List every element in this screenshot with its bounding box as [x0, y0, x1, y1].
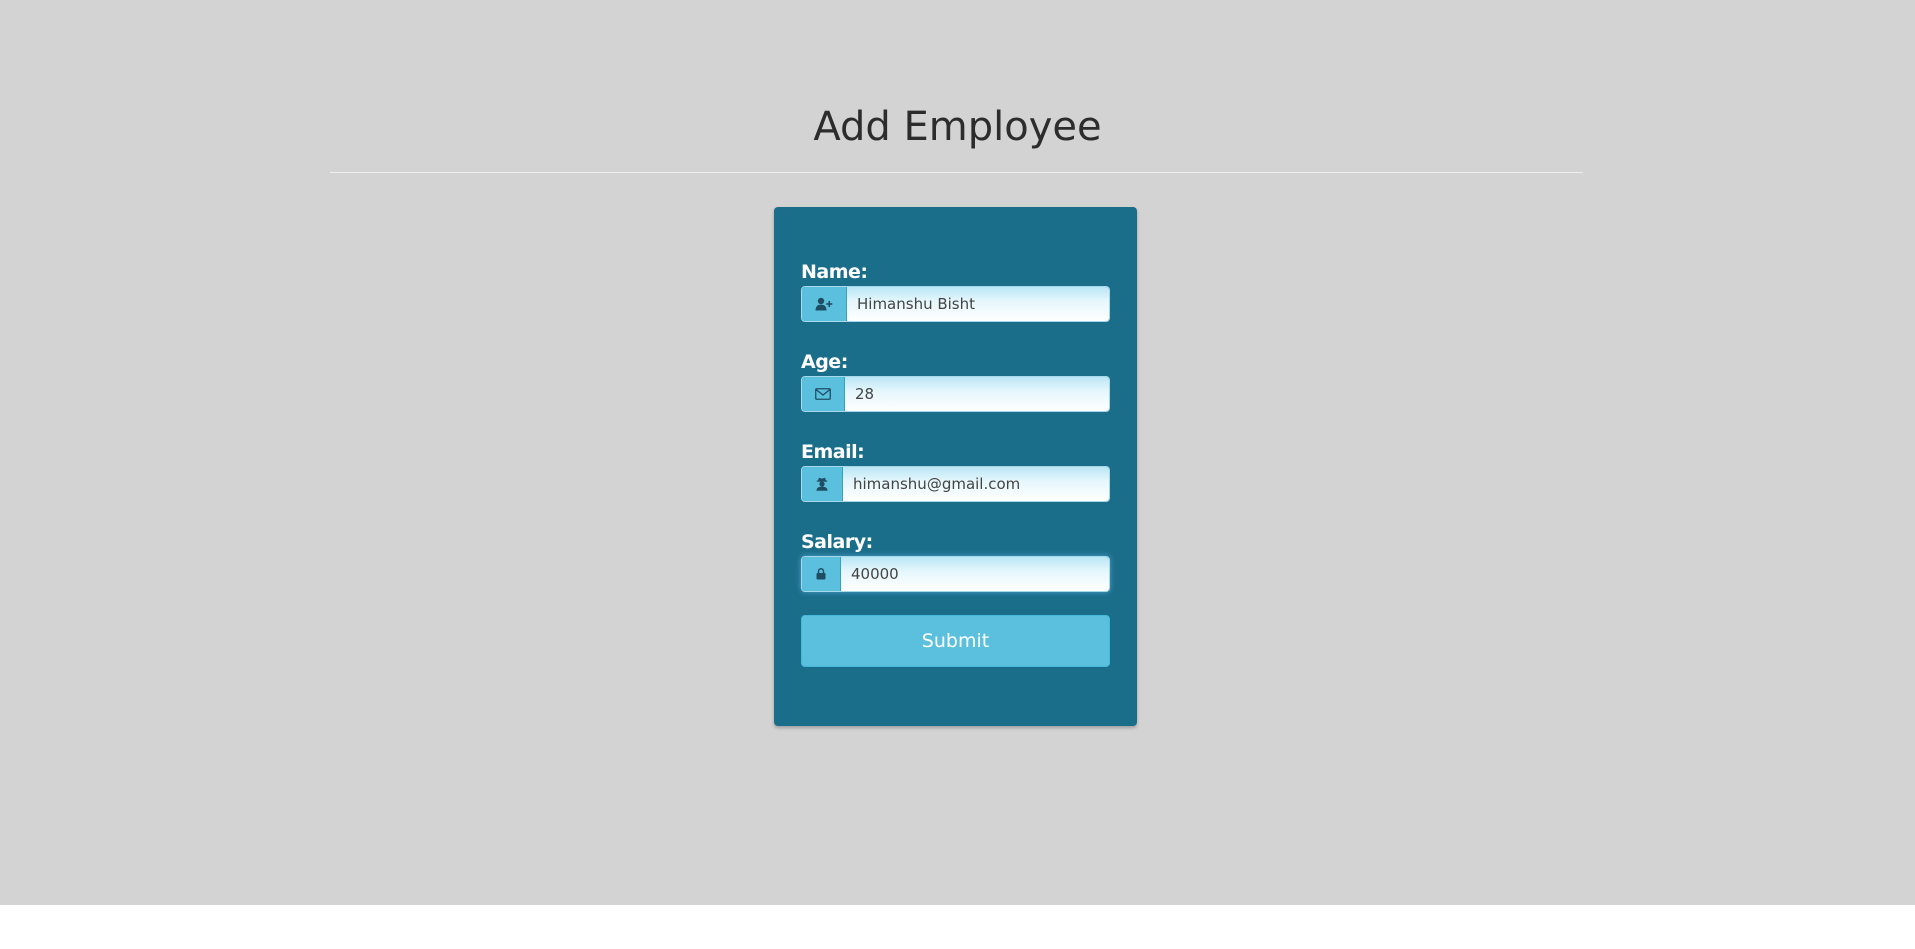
user-plus-icon — [802, 287, 847, 321]
email-input-group — [801, 466, 1110, 502]
lock-icon — [802, 557, 841, 591]
salary-input-group — [801, 556, 1110, 592]
user-secret-icon — [802, 467, 843, 501]
age-input-group — [801, 376, 1110, 412]
name-field-group: Name: — [801, 260, 1110, 322]
envelope-icon — [802, 377, 845, 411]
salary-field-group: Salary: — [801, 530, 1110, 592]
age-label: Age: — [801, 351, 848, 373]
email-field-group: Email: — [801, 440, 1110, 502]
name-label: Name: — [801, 261, 868, 283]
email-label: Email: — [801, 441, 865, 463]
name-input[interactable] — [847, 287, 1109, 321]
submit-button[interactable]: Submit — [801, 615, 1110, 667]
title-divider — [330, 172, 1583, 173]
name-input-group — [801, 286, 1110, 322]
age-field-group: Age: — [801, 350, 1110, 412]
age-input[interactable] — [845, 377, 1109, 411]
email-input[interactable] — [843, 467, 1109, 501]
add-employee-form: Name: Age: — [774, 207, 1137, 726]
salary-input[interactable] — [841, 557, 1109, 591]
page-title: Add Employee — [813, 104, 1102, 150]
page-background: Add Employee Name: Age: — [0, 0, 1915, 905]
salary-label: Salary: — [801, 531, 873, 553]
